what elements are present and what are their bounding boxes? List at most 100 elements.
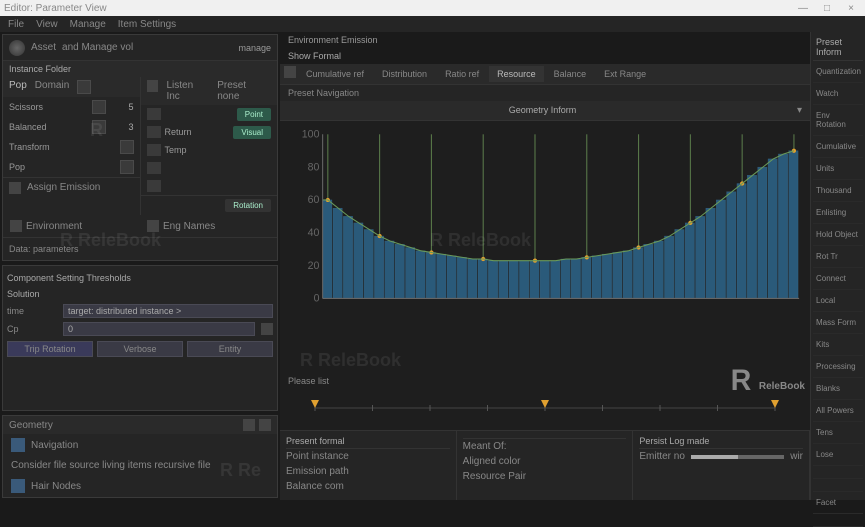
attr-tab-icon[interactable] bbox=[147, 80, 159, 92]
right-item[interactable]: Rot Tr bbox=[813, 246, 863, 268]
gen-item[interactable]: Hair Nodes bbox=[3, 475, 277, 497]
attrs-header: Listen Inc bbox=[166, 80, 209, 102]
view-tab[interactable]: Cumulative ref bbox=[298, 66, 372, 82]
attr-icon bbox=[147, 144, 161, 156]
menu-settings[interactable]: Item Settings bbox=[118, 19, 176, 30]
props-footer: Assign Emission bbox=[27, 182, 100, 193]
gen-item[interactable]: Consider file source living items recurs… bbox=[3, 456, 277, 475]
asset-toolbar: Asset and Manage vol manage bbox=[3, 35, 277, 61]
menu-icon[interactable] bbox=[259, 419, 271, 431]
gear-icon[interactable] bbox=[9, 182, 21, 194]
timeline[interactable]: Please list bbox=[280, 370, 810, 430]
right-item[interactable] bbox=[813, 479, 863, 492]
right-item[interactable]: Units bbox=[813, 158, 863, 180]
attr-icon bbox=[147, 126, 161, 138]
scene-btn-names[interactable]: Eng Names bbox=[143, 218, 274, 234]
right-item[interactable]: Quantization bbox=[813, 61, 863, 83]
props-tab-pop[interactable]: Pop bbox=[9, 80, 27, 94]
slider[interactable] bbox=[691, 455, 784, 459]
menu-file[interactable]: File bbox=[8, 19, 24, 30]
right-item[interactable]: Facet bbox=[813, 492, 863, 514]
svg-text:0: 0 bbox=[314, 293, 320, 305]
logo-icon bbox=[9, 40, 25, 56]
view-icon[interactable] bbox=[284, 66, 296, 78]
param-input-target[interactable] bbox=[63, 304, 273, 318]
param-heading1: Component Setting Thresholds bbox=[7, 270, 273, 286]
prop-row[interactable]: Scissors 5 bbox=[3, 97, 140, 117]
attr-btn[interactable]: Visual bbox=[233, 126, 271, 139]
bp-row[interactable]: Balance com bbox=[286, 479, 450, 494]
right-item[interactable]: Connect bbox=[813, 268, 863, 290]
right-item[interactable]: Lose bbox=[813, 444, 863, 466]
right-item[interactable]: Tens bbox=[813, 422, 863, 444]
right-item[interactable]: Thousand bbox=[813, 180, 863, 202]
right-item[interactable]: Mass Form bbox=[813, 312, 863, 334]
right-item[interactable]: Enlisting bbox=[813, 202, 863, 224]
close-button[interactable]: × bbox=[841, 3, 861, 14]
view-tab[interactable]: Resource bbox=[489, 66, 544, 82]
attr-btn[interactable]: Point bbox=[237, 108, 271, 121]
menu-view[interactable]: View bbox=[36, 19, 58, 30]
bp-row[interactable]: Point instance bbox=[286, 449, 450, 464]
bp-row[interactable]: Aligned color bbox=[463, 454, 627, 469]
param-input-cp[interactable] bbox=[63, 322, 255, 336]
search-icon[interactable] bbox=[243, 419, 255, 431]
bp-row[interactable]: Meant Of: bbox=[463, 439, 627, 454]
right-item[interactable]: Blanks bbox=[813, 378, 863, 400]
prop-icon bbox=[120, 160, 134, 174]
svg-text:100: 100 bbox=[302, 129, 320, 140]
gen-item[interactable]: Navigation bbox=[3, 434, 277, 456]
right-item[interactable]: Cumulative bbox=[813, 136, 863, 158]
props-header: Instance Folder bbox=[3, 61, 277, 77]
right-item[interactable]: Processing bbox=[813, 356, 863, 378]
view-tab[interactable]: Distribution bbox=[374, 66, 435, 82]
view-tab[interactable]: Balance bbox=[546, 66, 595, 82]
prop-row[interactable]: Pop bbox=[3, 157, 140, 177]
btn-verbose[interactable]: Verbose bbox=[97, 341, 183, 357]
param-label-time: time bbox=[7, 306, 57, 316]
attr-icon bbox=[147, 108, 161, 120]
props-tab-domain[interactable]: Domain bbox=[35, 80, 69, 94]
scene-btn-env[interactable]: Environment bbox=[6, 218, 137, 234]
rotation-button[interactable]: Rotation bbox=[225, 199, 271, 212]
chart-area[interactable]: 020406080100 bbox=[280, 121, 810, 370]
view-tab[interactable]: Ext Range bbox=[596, 66, 654, 82]
sub-header: Preset Navigation bbox=[280, 85, 810, 101]
attrs-column: Listen Inc Preset none Point ReturnVisua… bbox=[140, 77, 278, 215]
list-icon bbox=[147, 220, 159, 232]
right-header: Preset Inform bbox=[813, 34, 863, 61]
right-item[interactable]: Hold Object bbox=[813, 224, 863, 246]
prop-row[interactable]: Balanced 3 bbox=[3, 117, 140, 137]
attr-icon bbox=[147, 180, 161, 192]
prop-icon bbox=[120, 140, 134, 154]
prop-row[interactable]: Transform bbox=[3, 137, 140, 157]
right-item[interactable]: Watch bbox=[813, 83, 863, 105]
right-item[interactable] bbox=[813, 466, 863, 479]
bp-row[interactable]: Emission path bbox=[286, 464, 450, 479]
menu-manage[interactable]: Manage bbox=[70, 19, 106, 30]
scene-sub: Data: parameters bbox=[3, 238, 277, 260]
props-column: Pop Domain Scissors 5 Balanced 3 bbox=[3, 77, 140, 215]
minimize-button[interactable]: — bbox=[793, 3, 813, 14]
titlebar: Editor: Parameter View — □ × bbox=[0, 0, 865, 16]
btn-trip-rotation[interactable]: Trip Rotation bbox=[7, 341, 93, 357]
param-label-cp: Cp bbox=[7, 324, 57, 334]
right-item[interactable]: Kits bbox=[813, 334, 863, 356]
right-item[interactable] bbox=[813, 514, 863, 527]
btn-entity[interactable]: Entity bbox=[187, 341, 273, 357]
toolbar-right[interactable]: manage bbox=[238, 43, 271, 53]
maximize-button[interactable]: □ bbox=[817, 3, 837, 14]
bottom-panel-2: Meant Of: Aligned color Resource Pair bbox=[457, 431, 634, 500]
svg-text:40: 40 bbox=[308, 227, 320, 239]
right-item[interactable]: Env Rotation bbox=[813, 105, 863, 136]
file-icon bbox=[11, 438, 25, 452]
chevron-down-icon[interactable] bbox=[261, 323, 273, 335]
view-title: Show Formal bbox=[280, 48, 810, 64]
right-item[interactable]: Local bbox=[813, 290, 863, 312]
menubar: File View Manage Item Settings bbox=[0, 16, 865, 32]
chart-svg: 020406080100 bbox=[288, 129, 802, 309]
right-item[interactable]: All Powers bbox=[813, 400, 863, 422]
props-tab-icon[interactable] bbox=[77, 80, 91, 94]
bp-row[interactable]: Resource Pair bbox=[463, 469, 627, 484]
view-tab[interactable]: Ratio ref bbox=[437, 66, 487, 82]
